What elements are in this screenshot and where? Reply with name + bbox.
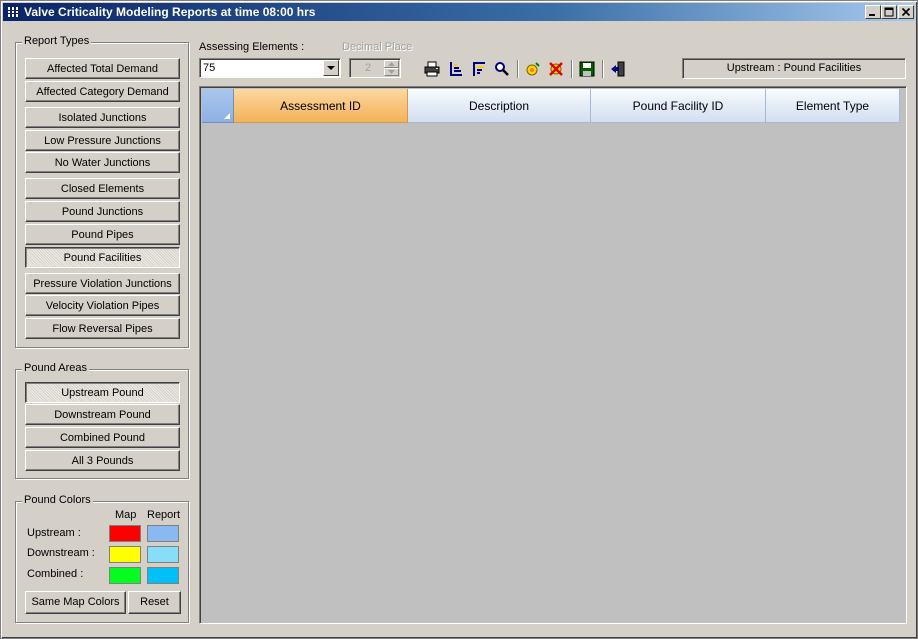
closed-elements-button[interactable]: Closed Elements [25,178,180,199]
combined-map-color-swatch[interactable] [109,567,141,584]
dropdown-arrow-button[interactable] [323,60,339,76]
report-column-label: Report [147,509,181,521]
maximize-button[interactable] [881,5,897,19]
column-header-description[interactable]: Description [408,89,591,123]
upstream-map-color-swatch[interactable] [109,525,141,542]
spin-down-icon [388,70,395,74]
map-column-label: Map [115,509,137,521]
assessing-elements-value: 75 [203,62,216,74]
same-map-colors-button[interactable]: Same Map Colors [25,591,126,614]
downstream-map-color-swatch[interactable] [109,546,141,563]
minimize-button[interactable] [865,5,881,19]
exit-button[interactable] [609,60,627,78]
upstream-color-label: Upstream : [27,527,81,539]
report-status-display: Upstream : Pound Facilities [682,58,906,79]
affected-category-demand-button[interactable]: Affected Category Demand [25,81,180,102]
report-window: Valve Criticality Modeling Reports at ti… [0,0,918,639]
upstream-pound-button[interactable]: Upstream Pound [25,382,180,403]
decimal-place-spinner[interactable]: 2 [349,58,401,78]
find-button[interactable] [493,60,511,78]
downstream-pound-button[interactable]: Downstream Pound [25,404,180,425]
pound-facilities-button[interactable]: Pound Facilities [25,247,180,268]
pound-areas-legend: Pound Areas [22,362,89,374]
column-header-assessment-id[interactable]: Assessment ID [234,89,408,123]
combined-report-color-swatch[interactable] [147,567,179,584]
highlight-icon [526,62,540,76]
no-water-junctions-button[interactable]: No Water Junctions [25,152,180,173]
velocity-violation-pipes-button[interactable]: Velocity Violation Pipes [25,295,180,316]
chevron-down-icon [327,66,335,70]
toolbar-separator [571,60,573,78]
upstream-report-color-swatch[interactable] [147,525,179,542]
grid-select-all-corner[interactable] [202,89,234,123]
maximize-icon [884,7,894,17]
exit-icon [611,61,625,77]
toolbar-separator [517,60,519,78]
spin-up-button[interactable] [384,60,399,68]
print-icon [424,61,440,77]
sort-ascending-button[interactable] [447,60,465,78]
find-icon [495,62,509,76]
pound-junctions-button[interactable]: Pound Junctions [25,201,180,222]
decimal-place-value: 2 [364,62,372,74]
assessing-elements-label: Assessing Elements : [199,41,305,53]
low-pressure-junctions-button[interactable]: Low Pressure Junctions [25,130,180,151]
toolbar-separator [602,60,604,78]
downstream-report-color-swatch[interactable] [147,546,179,563]
report-grid[interactable]: Assessment ID Description Pound Facility… [199,86,907,624]
combined-pound-button[interactable]: Combined Pound [25,427,180,448]
reset-colors-button[interactable]: Reset [128,591,181,614]
pressure-violation-junctions-button[interactable]: Pressure Violation Junctions [25,273,180,294]
pound-colors-legend: Pound Colors [22,494,93,506]
app-grid-icon [6,5,20,19]
sort-descending-button[interactable] [470,60,488,78]
all-3-pounds-button[interactable]: All 3 Pounds [25,450,180,471]
clear-highlight-button[interactable] [547,60,565,78]
assessing-elements-select[interactable]: 75 [199,58,341,78]
isolated-junctions-button[interactable]: Isolated Junctions [25,107,180,128]
column-header-pound-facility-id[interactable]: Pound Facility ID [591,89,766,123]
pound-pipes-button[interactable]: Pound Pipes [25,224,180,245]
corner-triangle-icon [224,113,230,119]
minimize-icon [869,14,875,16]
downstream-color-label: Downstream : [27,547,95,559]
close-icon [901,7,911,17]
column-header-element-type[interactable]: Element Type [766,89,900,123]
title-bar[interactable]: Valve Criticality Modeling Reports at ti… [3,3,915,21]
sort-ascending-icon [450,62,462,76]
spin-down-button[interactable] [384,68,399,76]
print-button[interactable] [423,60,441,78]
sort-descending-icon [473,62,485,76]
report-types-legend: Report Types [22,35,92,47]
flow-reversal-pipes-button[interactable]: Flow Reversal Pipes [25,318,180,339]
combined-color-label: Combined : [27,568,84,580]
highlight-button[interactable] [524,60,542,78]
save-button[interactable] [578,60,596,78]
close-button[interactable] [898,5,914,19]
affected-total-demand-button[interactable]: Affected Total Demand [25,58,180,79]
window-title: Valve Criticality Modeling Reports at ti… [24,5,316,19]
clear-highlight-icon [549,62,563,76]
decimal-place-label: Decimal Place [342,41,413,53]
save-icon [579,61,595,77]
spin-up-icon [388,62,395,66]
